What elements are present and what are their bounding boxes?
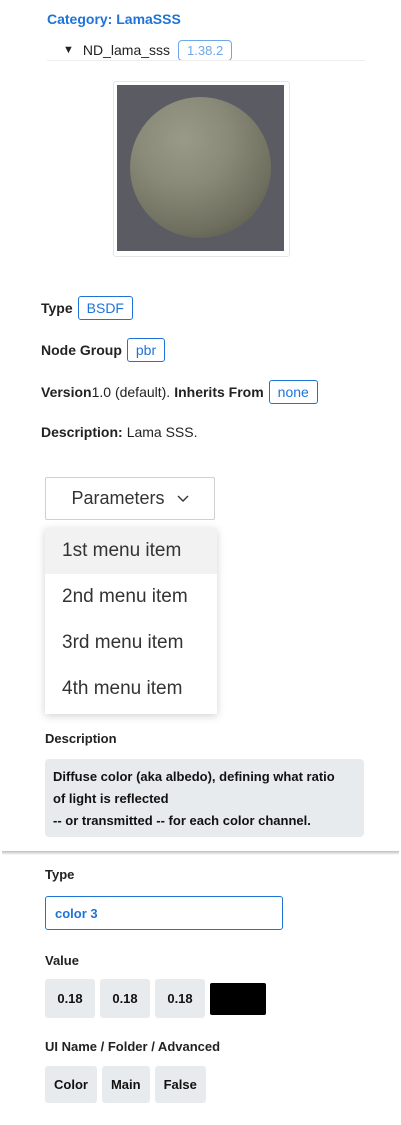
description-label: Description: (41, 424, 123, 440)
version-label: Version (41, 384, 92, 400)
node-group-row: Node Group pbr (41, 338, 166, 362)
value-section-title: Value (45, 953, 79, 968)
menu-item-4[interactable]: 4th menu item (45, 666, 217, 712)
type-row: Type BSDF (41, 296, 133, 320)
type-section-title: Type (45, 867, 75, 882)
section-divider (2, 851, 399, 855)
triangle-down-icon[interactable]: ▼ (63, 44, 74, 56)
description-line: -- or transmitted -- for each color chan… (53, 813, 311, 828)
menu-item-3[interactable]: 3rd menu item (45, 620, 217, 666)
parameters-button-label: Parameters (71, 488, 165, 508)
value-chip-r[interactable]: 0.18 (45, 979, 95, 1018)
value-chip-b[interactable]: 0.18 (155, 979, 205, 1018)
category-title: Category: LamaSSS (47, 11, 181, 27)
menu-item-2[interactable]: 2nd menu item (45, 574, 217, 620)
ui-name-chip: Color (45, 1066, 97, 1103)
description-row: Description: Lama SSS. (41, 424, 198, 440)
node-group-label: Node Group (41, 342, 122, 358)
divider (47, 60, 365, 61)
type-badge[interactable]: BSDF (77, 296, 133, 320)
type-label: Type (41, 300, 73, 316)
description-section-title: Description (45, 731, 117, 746)
description-box: Diffuse color (aka albedo), defining wha… (45, 759, 364, 837)
value-row: 0.18 0.18 0.18 (45, 979, 266, 1018)
version-row: Version 1.0 (default). Inherits From non… (41, 380, 318, 404)
description-line: Diffuse color (aka albedo), defining wha… (53, 769, 335, 784)
description-value: Lama SSS. (126, 424, 198, 440)
version-badge: 1.38.2 (178, 39, 233, 61)
inherits-label: Inherits From (174, 384, 264, 400)
parameters-dropdown-button[interactable]: Parameters (45, 477, 215, 520)
inherits-badge[interactable]: none (268, 380, 318, 404)
ui-values-row: Color Main False (45, 1066, 206, 1103)
value-chip-g[interactable]: 0.18 (100, 979, 150, 1018)
type-field[interactable]: color 3 (45, 896, 283, 930)
node-group-badge[interactable]: pbr (126, 338, 166, 362)
menu-item-1[interactable]: 1st menu item (45, 528, 217, 574)
advanced-chip: False (154, 1066, 206, 1103)
description-line: of light is reflected (53, 791, 169, 806)
color-swatch[interactable] (210, 983, 266, 1015)
parameters-menu: 1st menu item 2nd menu item 3rd menu ite… (45, 528, 217, 714)
material-sphere (130, 97, 271, 238)
version-value: 1.0 (default). (91, 384, 171, 400)
folder-chip: Main (101, 1066, 150, 1103)
node-name: ND_lama_sss (82, 42, 171, 58)
chevron-down-icon (177, 495, 189, 502)
ui-section-title: UI Name / Folder / Advanced (45, 1039, 221, 1054)
